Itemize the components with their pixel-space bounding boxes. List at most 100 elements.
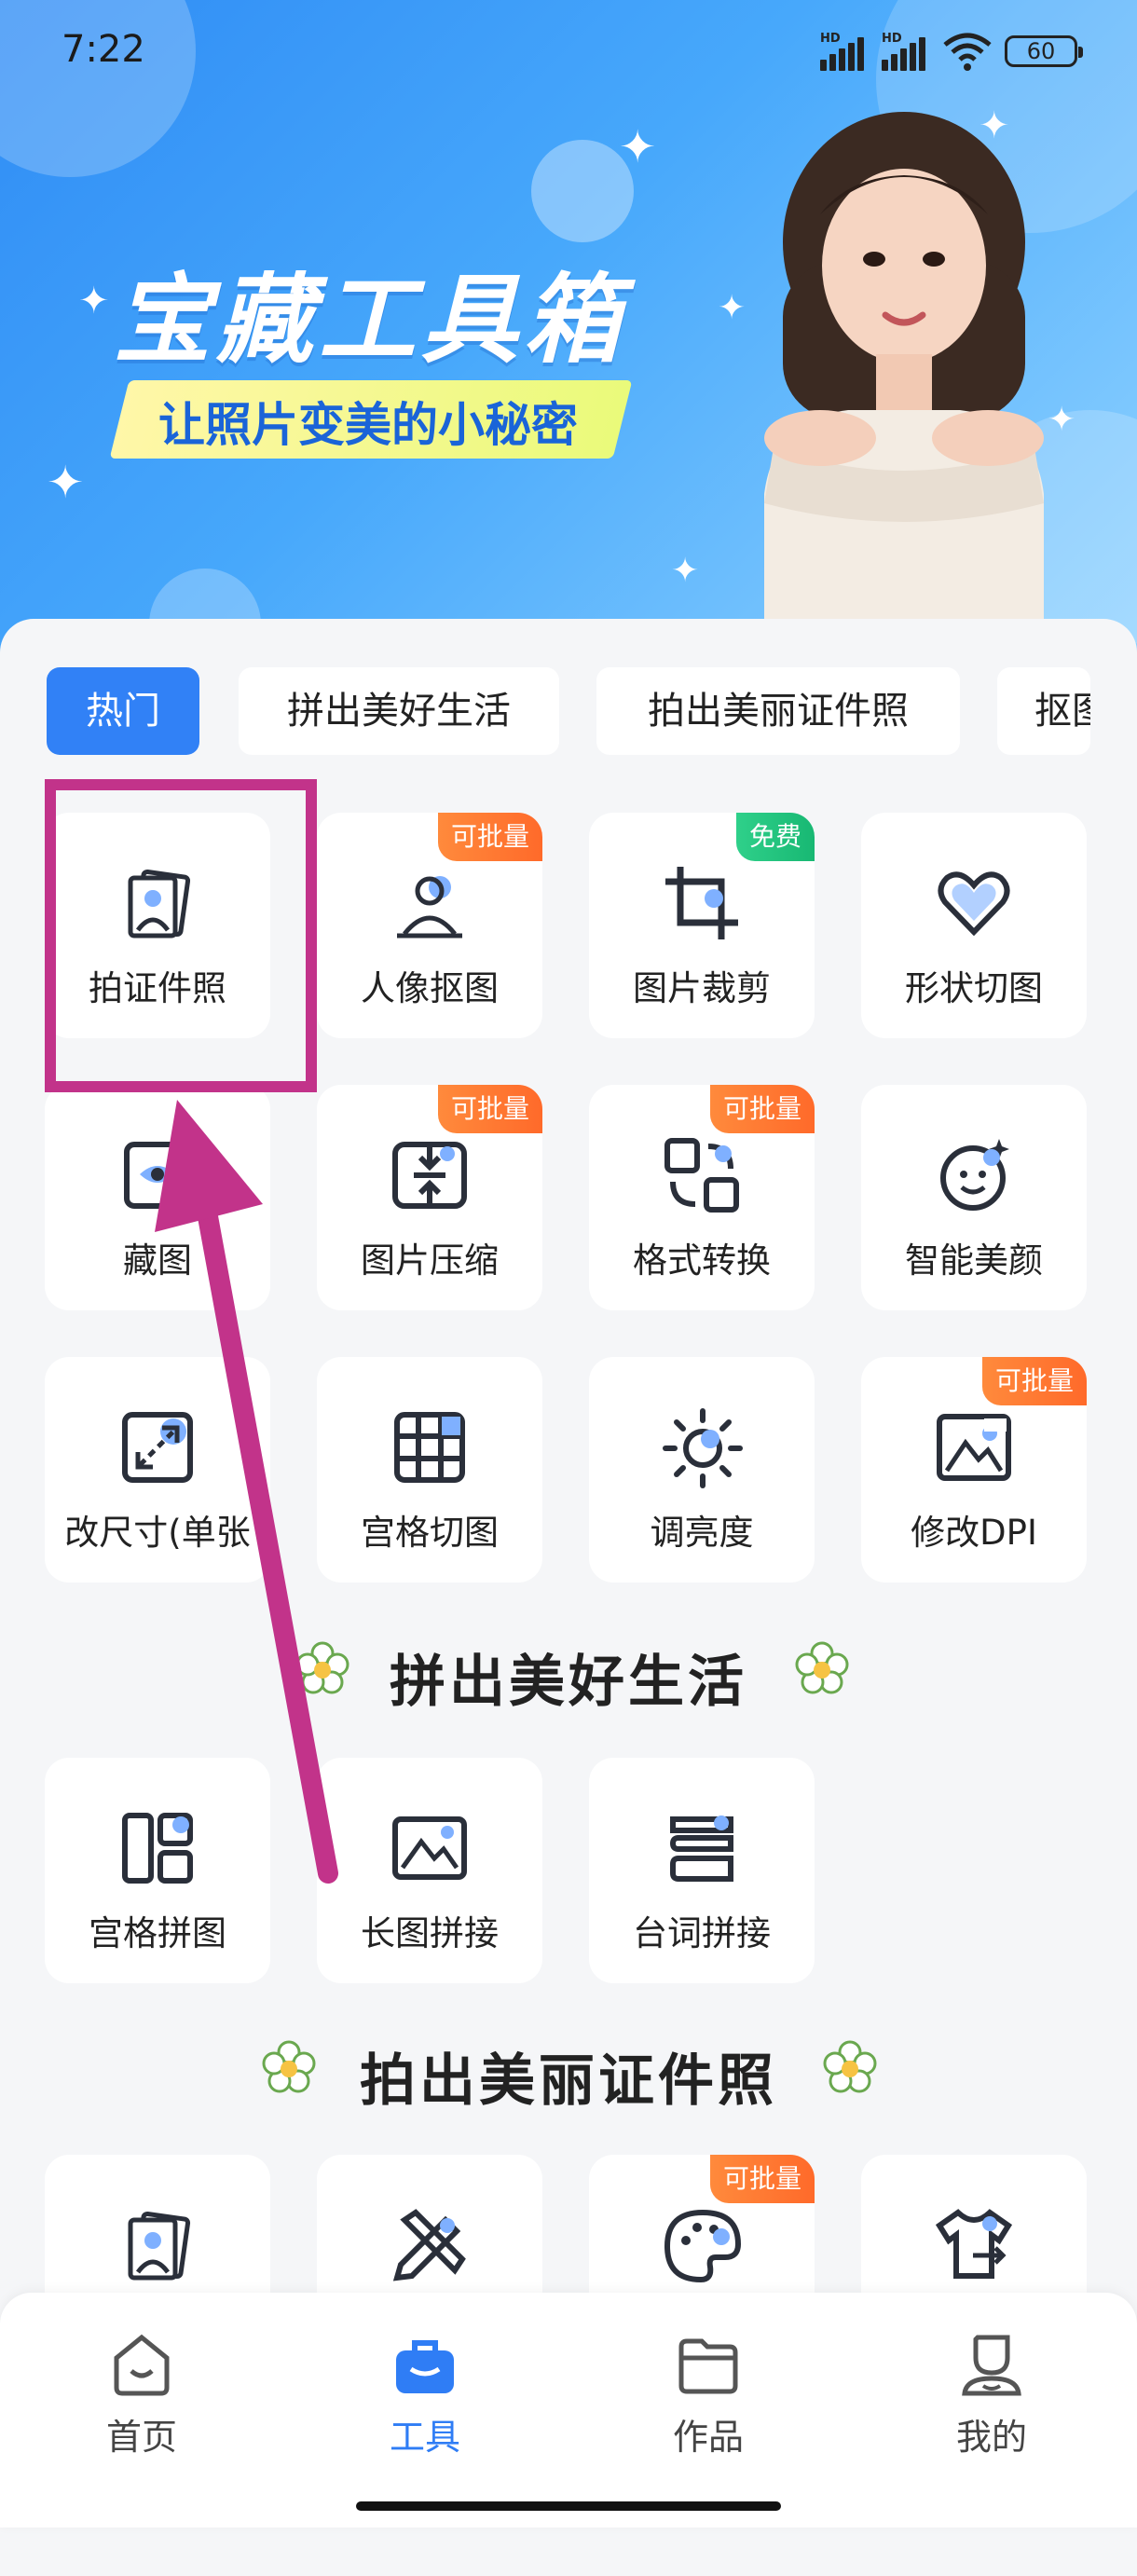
cellular-signal-icon: HD xyxy=(820,32,867,71)
nav-label: 作品 xyxy=(672,2417,744,2458)
hot-tool-card[interactable]: 改尺寸(单张 xyxy=(45,1357,270,1583)
tool-label: 改尺寸(单张 xyxy=(64,1513,251,1553)
sparkle-icon: ✦ xyxy=(47,457,85,509)
format-convert-icon-wrap xyxy=(660,1133,744,1217)
hide-image-icon xyxy=(124,1142,191,1209)
tool-label: 藏图 xyxy=(123,1240,192,1281)
tool-label: 宫格切图 xyxy=(361,1513,499,1553)
sparkle-icon: ✦ xyxy=(671,552,700,590)
tab-life-collage[interactable]: 拼出美好生活 xyxy=(239,667,559,755)
tool-label: 格式转换 xyxy=(633,1240,771,1281)
tool-label: 台词拼接 xyxy=(633,1913,771,1953)
nav-label: 工具 xyxy=(389,2417,460,2458)
hot-tool-card[interactable]: 图片裁剪 免费 xyxy=(589,813,815,1038)
crop-icon xyxy=(665,867,738,939)
wifi-icon xyxy=(943,33,992,71)
palette-icon xyxy=(664,2209,742,2283)
banner-subtitle: 让照片变美的小秘密 xyxy=(158,398,578,452)
hot-tool-card[interactable]: 形状切图 xyxy=(861,813,1087,1038)
tool-label: 人像抠图 xyxy=(361,968,499,1008)
banner-title: 宝藏工具箱 xyxy=(114,263,627,377)
profile-icon xyxy=(962,2335,1021,2396)
tool-label: 宫格拼图 xyxy=(89,1913,226,1953)
crop-icon-wrap xyxy=(660,861,744,945)
highlight-box-annotation xyxy=(45,779,317,1092)
resize-icon-wrap xyxy=(116,1405,199,1489)
tool-label: 图片裁剪 xyxy=(633,968,771,1008)
format-convert-icon xyxy=(664,1138,739,1213)
outfit-change-icon xyxy=(935,2209,1013,2279)
tool-badge: 可批量 xyxy=(709,2155,815,2203)
subtitle-stitch-icon xyxy=(669,1816,733,1882)
nav-item-profile[interactable]: 我的 xyxy=(908,2330,1075,2460)
folder-icon xyxy=(678,2338,738,2394)
home-icon xyxy=(114,2334,170,2396)
nav-item-folder[interactable]: 作品 xyxy=(624,2330,792,2460)
home-indicator[interactable] xyxy=(356,2501,781,2511)
beauty-face-icon-wrap xyxy=(932,1133,1016,1217)
brightness-icon xyxy=(663,1408,743,1488)
tool-label: 图片压缩 xyxy=(361,1240,499,1281)
nav-item-home[interactable]: 首页 xyxy=(58,2330,226,2460)
long-image-icon-wrap xyxy=(388,1806,472,1890)
tool-badge: 可批量 xyxy=(437,813,542,861)
dpi-icon-wrap xyxy=(932,1405,1016,1489)
tool-label: 修改DPI xyxy=(911,1513,1037,1553)
edit-tools-icon-wrap xyxy=(388,2203,472,2287)
tab-hot[interactable]: 热门 xyxy=(47,667,199,755)
tab-cutout[interactable]: 抠图 xyxy=(997,667,1090,755)
heart-shape-icon xyxy=(938,871,1010,937)
nav-label: 我的 xyxy=(955,2417,1027,2458)
sparkle-icon: ✦ xyxy=(619,121,657,173)
hot-tool-card[interactable]: 人像抠图 可批量 xyxy=(317,813,542,1038)
model-portrait-image xyxy=(764,112,1044,652)
compress-icon xyxy=(392,1142,467,1209)
edit-tools-icon xyxy=(392,2209,466,2281)
tool-label: 长图拼接 xyxy=(361,1913,499,1953)
portrait-cutout-icon xyxy=(397,876,462,939)
dpi-icon xyxy=(937,1414,1011,1481)
hot-tool-card[interactable]: 修改DPI 可批量 xyxy=(861,1357,1087,1583)
portrait-cutout-icon-wrap xyxy=(388,861,472,945)
tool-label: 智能美颜 xyxy=(905,1240,1043,1281)
hot-tool-card[interactable]: 格式转换 可批量 xyxy=(589,1085,815,1310)
grid-cut-icon xyxy=(394,1412,465,1483)
cellular-signal-icon-2: HD xyxy=(882,32,928,71)
subtitle-stitch-icon-wrap xyxy=(660,1806,744,1890)
long-image-icon xyxy=(392,1816,467,1880)
life-tool-card[interactable]: 宫格拼图 xyxy=(45,1758,270,1983)
hot-tool-card[interactable]: 调亮度 xyxy=(589,1357,815,1583)
tool-badge: 可批量 xyxy=(981,1357,1087,1405)
id-photo-icon-wrap xyxy=(116,2203,199,2287)
nav-label: 首页 xyxy=(105,2417,177,2458)
nav-item-toolbox[interactable]: 工具 xyxy=(341,2330,509,2460)
hot-tool-card[interactable]: 智能美颜 xyxy=(861,1085,1087,1310)
hot-tool-card[interactable]: 藏图 xyxy=(45,1085,270,1310)
hot-tool-card[interactable]: 图片压缩 可批量 xyxy=(317,1085,542,1310)
life-tool-card[interactable]: 长图拼接 xyxy=(317,1758,542,1983)
compress-icon-wrap xyxy=(388,1133,472,1217)
hot-tool-card[interactable]: 宫格切图 xyxy=(317,1357,542,1583)
section-title-id-photo: 拍出美丽证件照 xyxy=(360,2048,777,2114)
tool-badge: 可批量 xyxy=(709,1085,815,1133)
flower-icon xyxy=(795,1641,849,1694)
status-time: 7:22 xyxy=(62,28,145,71)
sparkle-icon: ✦ xyxy=(78,280,110,322)
tool-label: 形状切图 xyxy=(905,968,1043,1008)
grid-cut-icon-wrap xyxy=(388,1405,472,1489)
resize-icon xyxy=(122,1412,193,1483)
grid-collage-icon-wrap xyxy=(116,1806,199,1890)
tab-id-photo[interactable]: 拍出美丽证件照 xyxy=(596,667,960,755)
outfit-change-icon-wrap xyxy=(932,2203,1016,2287)
brightness-icon-wrap xyxy=(660,1405,744,1489)
palette-icon-wrap xyxy=(660,2203,744,2287)
tool-badge: 可批量 xyxy=(437,1085,542,1133)
beauty-face-icon xyxy=(940,1139,1009,1211)
tool-label: 调亮度 xyxy=(650,1513,754,1553)
tool-badge: 免费 xyxy=(735,813,815,861)
flower-icon xyxy=(823,2040,877,2093)
life-tool-card[interactable]: 台词拼接 xyxy=(589,1758,815,1983)
battery-indicator: 60 xyxy=(1005,35,1083,67)
heart-shape-icon-wrap xyxy=(932,861,1016,945)
grid-collage-icon xyxy=(122,1813,193,1884)
